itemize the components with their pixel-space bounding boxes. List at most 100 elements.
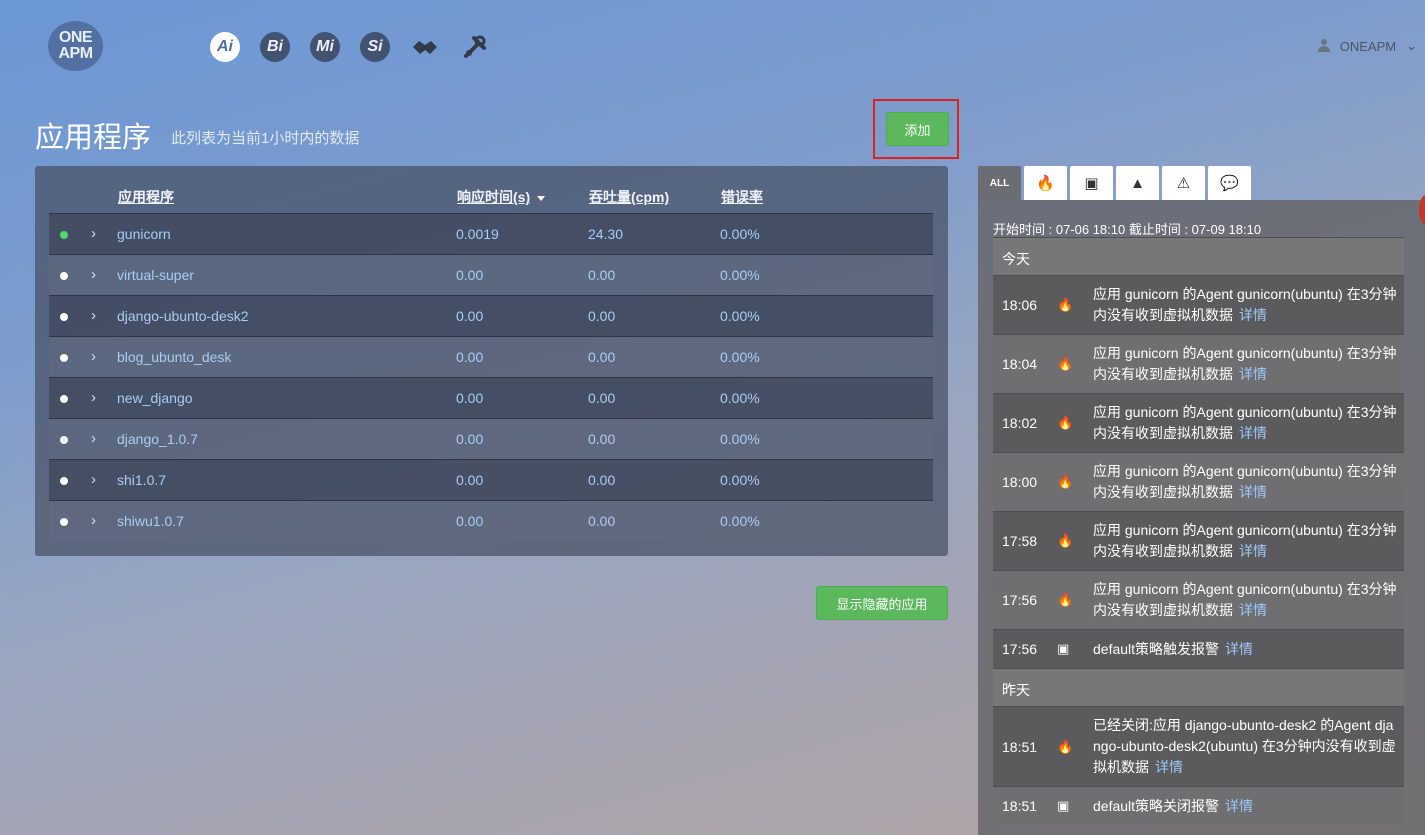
sort-desc-icon — [537, 195, 546, 201]
tab-comment[interactable]: 💬 — [1208, 166, 1251, 200]
detail-link[interactable]: 详情 — [1239, 307, 1267, 323]
ai-icon[interactable]: Ai — [210, 32, 240, 62]
fire-icon: 🔥 — [1057, 297, 1074, 312]
error-rate: 0.00% — [720, 390, 760, 406]
error-rate: 0.00% — [720, 308, 760, 324]
tab-fire[interactable]: 🔥 — [1024, 166, 1067, 200]
status-dot — [60, 395, 68, 403]
detail-link[interactable]: 详情 — [1155, 759, 1183, 775]
chevron-right-icon[interactable]: › — [91, 307, 96, 324]
si-icon[interactable]: Si — [360, 32, 390, 62]
header-throughput[interactable]: 吞吐量(cpm) — [589, 187, 669, 207]
alert-item[interactable]: 18:51 ▣ default策略关闭报警 详情 — [993, 786, 1404, 825]
time-range: 开始时间 : 07-06 18:10 截止时间 : 07-09 18:10 — [993, 222, 1262, 237]
alert-time: 18:02 — [1002, 415, 1038, 431]
alert-item[interactable]: 18:06 🔥 应用 gunicorn 的Agent gunicorn(ubun… — [993, 275, 1404, 334]
table-row[interactable]: › shi1.0.7 0.00 0.00 0.00% — [49, 459, 933, 500]
handshake-icon[interactable] — [410, 32, 440, 62]
show-hidden-apps-button[interactable]: 显示隐藏的应用 — [816, 586, 948, 620]
table-row[interactable]: › django-ubunto-desk2 0.00 0.00 0.00% — [49, 295, 933, 336]
throughput: 0.00 — [588, 431, 616, 447]
tools-icon[interactable] — [460, 32, 490, 62]
chevron-right-icon[interactable]: › — [91, 471, 96, 488]
table-row[interactable]: › django_1.0.7 0.00 0.00 0.00% — [49, 418, 933, 459]
alert-list: 今天 18:06 🔥 应用 gunicorn 的Agent gunicorn(u… — [993, 237, 1404, 825]
alert-item[interactable]: 17:56 🔥 应用 gunicorn 的Agent gunicorn(ubun… — [993, 570, 1404, 629]
error-rate: 0.00% — [720, 472, 760, 488]
user-name: ONEAPM — [1339, 38, 1397, 54]
alert-message: default策略关闭报警 — [1093, 798, 1220, 814]
alert-item[interactable]: 18:02 🔥 应用 gunicorn 的Agent gunicorn(ubun… — [993, 393, 1404, 452]
tab-cone[interactable]: ▲ — [1116, 166, 1159, 200]
tab-inbox[interactable]: ▣ — [1070, 166, 1113, 200]
inbox-icon: ▣ — [1057, 641, 1070, 656]
alert-item[interactable]: 17:58 🔥 应用 gunicorn 的Agent gunicorn(ubun… — [993, 511, 1404, 570]
alert-item[interactable]: 17:56 ▣ default策略触发报警 详情 — [993, 629, 1404, 668]
detail-link[interactable]: 详情 — [1225, 641, 1253, 657]
warning-icon: ⚠ — [1176, 175, 1191, 192]
app-name[interactable]: django-ubunto-desk2 — [117, 308, 249, 324]
page-subtitle: 此列表为当前1小时内的数据 — [171, 130, 360, 147]
error-rate: 0.00% — [720, 267, 760, 283]
alert-time: 17:58 — [1002, 533, 1038, 549]
chevron-right-icon[interactable]: › — [91, 389, 96, 406]
alert-item[interactable]: 18:04 🔥 应用 gunicorn 的Agent gunicorn(ubun… — [993, 334, 1404, 393]
chevron-right-icon[interactable]: › — [91, 512, 96, 529]
add-button-highlight: 添加 — [873, 99, 959, 159]
table-row[interactable]: › gunicorn 0.0019 24.30 0.00% — [49, 213, 933, 254]
chevron-right-icon[interactable]: › — [91, 430, 96, 447]
detail-link[interactable]: 详情 — [1239, 484, 1267, 500]
app-name[interactable]: django_1.0.7 — [117, 431, 198, 447]
detail-link[interactable]: 详情 — [1239, 602, 1267, 618]
header-response-label: 响应时间(s) — [457, 189, 531, 205]
alert-time: 18:04 — [1002, 356, 1038, 372]
table-row[interactable]: › blog_ubunto_desk 0.00 0.00 0.00% — [49, 336, 933, 377]
logo-text-top: ONE — [58, 29, 93, 46]
status-dot — [60, 272, 68, 280]
chevron-right-icon[interactable]: › — [91, 348, 96, 365]
status-dot — [60, 518, 68, 526]
bi-icon[interactable]: Bi — [260, 32, 290, 62]
throughput: 0.00 — [588, 390, 616, 406]
header-app-name[interactable]: 应用程序 — [118, 187, 174, 207]
comment-icon: 💬 — [1220, 175, 1239, 192]
user-menu[interactable]: ONEAPM ⌄ — [1317, 38, 1417, 54]
throughput: 0.00 — [588, 513, 616, 529]
group-header-yesterday: 昨天 — [993, 668, 1404, 706]
alert-time: 18:00 — [1002, 474, 1038, 490]
fire-icon: 🔥 — [1036, 175, 1055, 192]
app-name[interactable]: gunicorn — [117, 226, 171, 242]
detail-link[interactable]: 详情 — [1225, 798, 1253, 814]
error-rate: 0.00% — [720, 349, 760, 365]
table-row[interactable]: › new_django 0.00 0.00 0.00% — [49, 377, 933, 418]
app-name[interactable]: new_django — [117, 390, 193, 406]
tab-warning[interactable]: ⚠ — [1162, 166, 1205, 200]
app-name[interactable]: virtual-super — [117, 267, 194, 283]
mi-icon[interactable]: Mi — [310, 32, 340, 62]
detail-link[interactable]: 详情 — [1239, 543, 1267, 559]
app-name[interactable]: shi1.0.7 — [117, 472, 166, 488]
status-dot — [60, 477, 68, 485]
logo-text-bottom: APM — [58, 45, 93, 62]
app-name[interactable]: shiwu1.0.7 — [117, 513, 184, 529]
response-time: 0.00 — [456, 513, 484, 529]
user-icon — [1317, 39, 1330, 53]
throughput: 0.00 — [588, 349, 616, 365]
header-error-rate[interactable]: 错误率 — [721, 187, 763, 207]
chevron-right-icon[interactable]: › — [91, 266, 96, 283]
response-time: 0.00 — [456, 349, 484, 365]
chevron-right-icon[interactable]: › — [91, 225, 96, 242]
alert-time: 18:51 — [1002, 798, 1038, 814]
add-button[interactable]: 添加 — [886, 112, 949, 146]
detail-link[interactable]: 详情 — [1239, 425, 1267, 441]
oneapm-logo[interactable]: ONE APM — [48, 21, 103, 71]
detail-link[interactable]: 详情 — [1239, 366, 1267, 382]
app-name[interactable]: blog_ubunto_desk — [117, 349, 231, 365]
alert-item[interactable]: 18:51 🔥 已经关闭:应用 django-ubunto-desk2 的Age… — [993, 706, 1404, 786]
alert-item[interactable]: 18:00 🔥 应用 gunicorn 的Agent gunicorn(ubun… — [993, 452, 1404, 511]
fire-icon: 🔥 — [1057, 738, 1074, 754]
tab-all[interactable]: ALL — [978, 166, 1021, 200]
header-response-time[interactable]: 响应时间(s) — [457, 187, 546, 207]
table-row[interactable]: › virtual-super 0.00 0.00 0.00% — [49, 254, 933, 295]
table-row[interactable]: › shiwu1.0.7 0.00 0.00 0.00% — [49, 500, 933, 541]
